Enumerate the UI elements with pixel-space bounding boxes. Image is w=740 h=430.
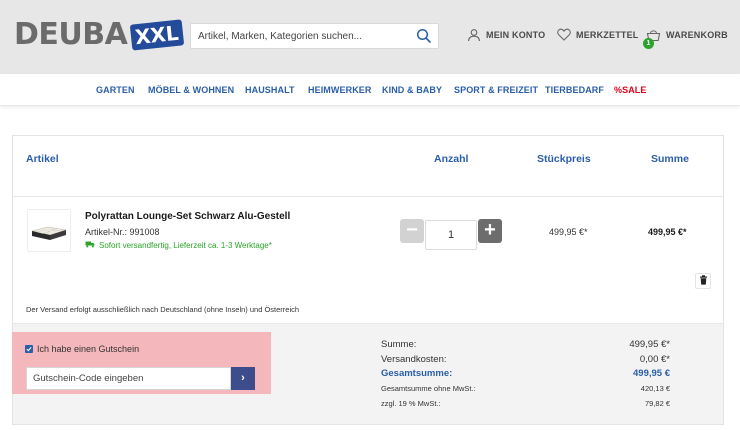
net-total-label: Gesamtsumme ohne MwSt.: bbox=[381, 384, 476, 393]
vat-value: 79,82 € bbox=[644, 399, 670, 408]
nav-item-haushalt[interactable]: HAUSHALT bbox=[245, 85, 295, 95]
shipping-cost-label: Versandkosten: bbox=[381, 354, 447, 365]
quantity-input[interactable]: 1 bbox=[425, 220, 477, 250]
quantity-decrease-button[interactable]: − bbox=[400, 219, 424, 243]
stock-status: Sofort versandfertig, Lieferzeit ca. 1-3… bbox=[85, 240, 272, 250]
voucher-code-input[interactable] bbox=[26, 367, 231, 390]
quantity-increase-button[interactable]: + bbox=[478, 219, 502, 243]
logo-badge: XXL bbox=[130, 19, 185, 51]
user-icon bbox=[467, 28, 481, 42]
product-image[interactable] bbox=[27, 209, 71, 252]
main-navigation: GARTEN MÖBEL & WOHNEN HAUSHALT HEIMWERKE… bbox=[0, 74, 740, 106]
cart-panel: Artikel Anzahl Stückpreis Summe Polyratt… bbox=[12, 135, 724, 425]
nav-item-garten[interactable]: GARTEN bbox=[96, 85, 135, 95]
account-link[interactable]: MEIN KONTO bbox=[467, 28, 545, 42]
column-header-article: Artikel bbox=[26, 153, 59, 165]
nav-item-heimwerker[interactable]: HEIMWERKER bbox=[308, 85, 372, 95]
unit-price: 499,95 €* bbox=[549, 227, 588, 237]
nav-item-kind-baby[interactable]: KIND & BABY bbox=[382, 85, 442, 95]
nav-item-sport-freizeit[interactable]: SPORT & FREIZEIT bbox=[454, 85, 538, 95]
trash-icon bbox=[699, 272, 708, 290]
product-name-link[interactable]: Polyrattan Lounge-Set Schwarz Alu-Gestel… bbox=[85, 211, 290, 222]
checkbox-checked-icon bbox=[25, 345, 33, 353]
search-bar bbox=[190, 23, 439, 49]
voucher-checkbox-label: Ich habe einen Gutschein bbox=[37, 344, 140, 354]
account-label: MEIN KONTO bbox=[486, 30, 546, 40]
deuba-logo[interactable]: DEUBA XXL bbox=[14, 17, 185, 52]
product-sku: Artikel-Nr.: 991008 bbox=[85, 227, 160, 237]
header-divider bbox=[13, 196, 723, 197]
shipping-cost-value: 0,00 €* bbox=[639, 354, 670, 365]
cart-label: WARENKORB bbox=[666, 30, 728, 40]
shipping-note: Der Versand erfolgt ausschließlich nach … bbox=[26, 305, 300, 314]
heart-icon bbox=[557, 28, 571, 41]
truck-icon bbox=[85, 240, 95, 250]
subtotal-label: Summe: bbox=[381, 339, 417, 350]
vat-label: zzgl. 19 % MwSt.: bbox=[381, 399, 441, 408]
cart-footer: Ich habe einen Gutschein › Summe: 499,95… bbox=[12, 323, 723, 424]
column-header-total: Summe bbox=[651, 153, 689, 165]
remove-item-button[interactable] bbox=[695, 273, 711, 289]
nav-item-moebel-wohnen[interactable]: MÖBEL & WOHNEN bbox=[148, 85, 234, 95]
column-header-unit-price: Stückpreis bbox=[537, 153, 591, 165]
nav-item-tierbedarf[interactable]: TIERBEDARF bbox=[545, 85, 604, 95]
nav-item-sale[interactable]: %SALE bbox=[614, 85, 647, 95]
search-input[interactable] bbox=[191, 24, 411, 48]
wishlist-label: MERKZETTEL bbox=[576, 29, 639, 40]
voucher-submit-button[interactable]: › bbox=[231, 367, 255, 390]
column-header-quantity: Anzahl bbox=[434, 153, 469, 165]
wishlist-link[interactable]: MERKZETTEL bbox=[557, 28, 639, 41]
grand-total-label: Gesamtsumme: bbox=[381, 368, 453, 379]
stock-text: Sofort versandfertig, Lieferzeit ca. 1-3… bbox=[99, 240, 272, 250]
cart-link[interactable]: WARENKORB bbox=[646, 28, 728, 42]
line-total: 499,95 €* bbox=[648, 227, 687, 237]
cart-count-badge: 1 bbox=[643, 38, 654, 49]
voucher-section: Ich habe einen Gutschein › bbox=[12, 332, 271, 394]
net-total-value: 420,13 € bbox=[640, 384, 670, 393]
voucher-checkbox[interactable]: Ich habe einen Gutschein bbox=[25, 344, 139, 354]
site-header: DEUBA XXL MEIN KONTO MERKZETTEL WARENKOR… bbox=[0, 0, 740, 74]
search-icon[interactable] bbox=[416, 28, 432, 44]
grand-total-value: 499,95 € bbox=[633, 368, 670, 379]
logo-text: DEUBA bbox=[14, 17, 128, 52]
subtotal-value: 499,95 €* bbox=[629, 339, 670, 350]
